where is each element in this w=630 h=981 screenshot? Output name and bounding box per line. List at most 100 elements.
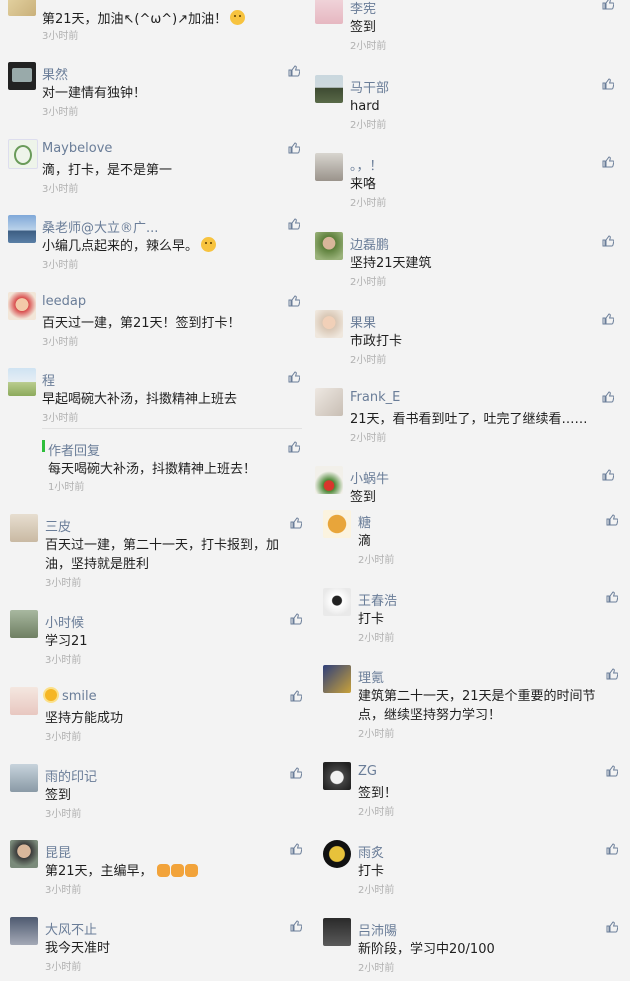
comment-time: 2小时前 <box>350 41 387 52</box>
commenter-name[interactable]: Frank_E <box>350 390 400 405</box>
thumbs-up-icon[interactable] <box>602 313 614 325</box>
comment-item: 李宪 签到 2小时前 <box>315 0 625 52</box>
comment-item: 。，！ 来咯 2小时前 <box>315 153 625 213</box>
avatar[interactable] <box>10 917 38 945</box>
thumbs-up-icon[interactable] <box>290 517 302 529</box>
comment-text: 坚持21天建筑 <box>350 256 432 271</box>
avatar[interactable] <box>8 0 36 16</box>
commenter-name[interactable]: 糖 <box>358 512 371 531</box>
thumbs-up-icon[interactable] <box>602 156 614 168</box>
avatar[interactable] <box>315 153 343 181</box>
thumbs-up-icon[interactable] <box>606 668 618 680</box>
commenter-name[interactable]: ZG <box>358 764 377 779</box>
comment-item: 大风不止 我今天准时 3小时前 <box>0 917 310 977</box>
commenter-name[interactable]: 小蜗牛 <box>350 468 389 487</box>
comment-text: 新阶段，学习中20/100 <box>358 942 495 957</box>
avatar[interactable] <box>10 610 38 638</box>
commenter-name[interactable]: 小时候 <box>45 612 84 631</box>
commenter-name[interactable]: 昆昆 <box>45 842 71 861</box>
thumbs-up-icon[interactable] <box>602 78 614 90</box>
comment-item: 马干部 hard 2小时前 <box>315 75 625 135</box>
comment-time: 2小时前 <box>358 885 395 896</box>
thumbs-up-icon[interactable] <box>602 469 614 481</box>
avatar[interactable] <box>8 292 36 320</box>
avatar[interactable] <box>315 232 343 260</box>
commenter-name[interactable]: 果果 <box>350 312 376 331</box>
avatar[interactable] <box>315 466 343 494</box>
commenter-name[interactable]: 果然 <box>42 64 68 83</box>
thumbs-up-icon[interactable] <box>602 235 614 247</box>
commenter-name[interactable]: 理氪 <box>358 667 384 686</box>
comment-text: 签到 <box>350 490 377 505</box>
thumbs-up-icon[interactable] <box>606 765 618 777</box>
thumbs-up-icon[interactable] <box>290 767 302 779</box>
comment-time: 3小时前 <box>45 655 82 666</box>
comment-time: 2小时前 <box>350 433 387 444</box>
comment-text: 我今天准时 <box>45 941 111 956</box>
thumbs-up-icon[interactable] <box>288 65 300 77</box>
thumbs-up-icon[interactable] <box>606 514 618 526</box>
comment-text: 第21天，加油↖(^ω^)↗加油！ <box>42 12 228 27</box>
avatar[interactable] <box>10 840 38 868</box>
right-comment-column: 李宪 签到 2小时前 马干部 hard 2小时前 。，！ 来咯 2小时前 边磊鹏… <box>315 0 630 981</box>
comment-item: 边磊鹏 坚持21天建筑 2小时前 <box>315 232 625 292</box>
avatar[interactable] <box>323 665 351 693</box>
comment-item: 三皮 百天过一建，第二十一天，打卡报到，加油，坚持就是胜利 3小时前 <box>0 514 310 594</box>
thumbs-up-icon[interactable] <box>602 391 614 403</box>
avatar[interactable] <box>323 840 351 868</box>
fist-emoji-icon <box>170 864 184 877</box>
thumbs-up-icon[interactable] <box>606 921 618 933</box>
comment-time: 2小时前 <box>350 198 387 209</box>
avatar[interactable] <box>323 588 351 616</box>
commenter-name[interactable]: 马干部 <box>350 77 389 96</box>
commenter-name[interactable]: 吕沛陽 <box>358 920 397 939</box>
avatar[interactable] <box>323 762 351 790</box>
avatar[interactable] <box>8 368 36 396</box>
commenter-name[interactable]: leedap <box>42 294 86 309</box>
thumbs-up-icon[interactable] <box>288 371 300 383</box>
commenter-name[interactable]: 。，！ <box>350 155 383 174</box>
comment-time: 2小时前 <box>358 807 395 818</box>
commenter-name[interactable]: 大风不止 <box>45 919 97 938</box>
thumbs-up-icon[interactable] <box>606 843 618 855</box>
comment-text: 打卡 <box>358 864 385 879</box>
thumbs-up-icon[interactable] <box>288 218 300 230</box>
avatar[interactable] <box>10 687 38 715</box>
thumbs-up-icon[interactable] <box>288 441 300 453</box>
reply-divider <box>42 428 302 429</box>
commenter-name[interactable]: 雨的印记 <box>45 766 97 785</box>
avatar[interactable] <box>315 75 343 103</box>
avatar[interactable] <box>10 514 38 542</box>
thumbs-up-icon[interactable] <box>290 920 302 932</box>
avatar[interactable] <box>8 62 36 90</box>
avatar[interactable] <box>10 764 38 792</box>
avatar[interactable] <box>315 0 343 24</box>
thumbs-up-icon[interactable] <box>288 142 300 154</box>
commenter-name[interactable]: 边磊鹏 <box>350 234 389 253</box>
thumbs-up-icon[interactable] <box>290 613 302 625</box>
comment-time: 3小时前 <box>45 732 82 743</box>
thumbs-up-icon[interactable] <box>602 0 614 10</box>
comment-text: 滴，打卡，是不是第一 <box>42 163 173 178</box>
avatar[interactable] <box>8 215 36 243</box>
avatar[interactable] <box>315 388 343 416</box>
commenter-name[interactable]: 程 <box>42 370 55 389</box>
commenter-name[interactable]: 王春浩 <box>358 590 397 609</box>
comment-item: 程 早起喝碗大补汤，抖擞精神上班去 3小时前 <box>0 368 310 428</box>
comment-item: 雨的印记 签到 3小时前 <box>0 764 310 824</box>
comment-time: 2小时前 <box>350 277 387 288</box>
commenter-name[interactable]: Maybelove <box>42 141 112 156</box>
thumbs-up-icon[interactable] <box>606 591 618 603</box>
thumbs-up-icon[interactable] <box>290 690 302 702</box>
avatar[interactable] <box>323 510 351 538</box>
commenter-name[interactable]: 三皮 <box>45 516 71 535</box>
thumbs-up-icon[interactable] <box>288 295 300 307</box>
avatar[interactable] <box>8 139 38 169</box>
avatar[interactable] <box>323 918 351 946</box>
avatar[interactable] <box>315 310 343 338</box>
commenter-name[interactable]: smile <box>62 689 97 704</box>
commenter-name[interactable]: 雨炙 <box>358 842 384 861</box>
commenter-name[interactable]: 李宪 <box>350 0 376 17</box>
thumbs-up-icon[interactable] <box>290 843 302 855</box>
commenter-name[interactable]: 桑老师@大立®广... <box>42 217 158 236</box>
